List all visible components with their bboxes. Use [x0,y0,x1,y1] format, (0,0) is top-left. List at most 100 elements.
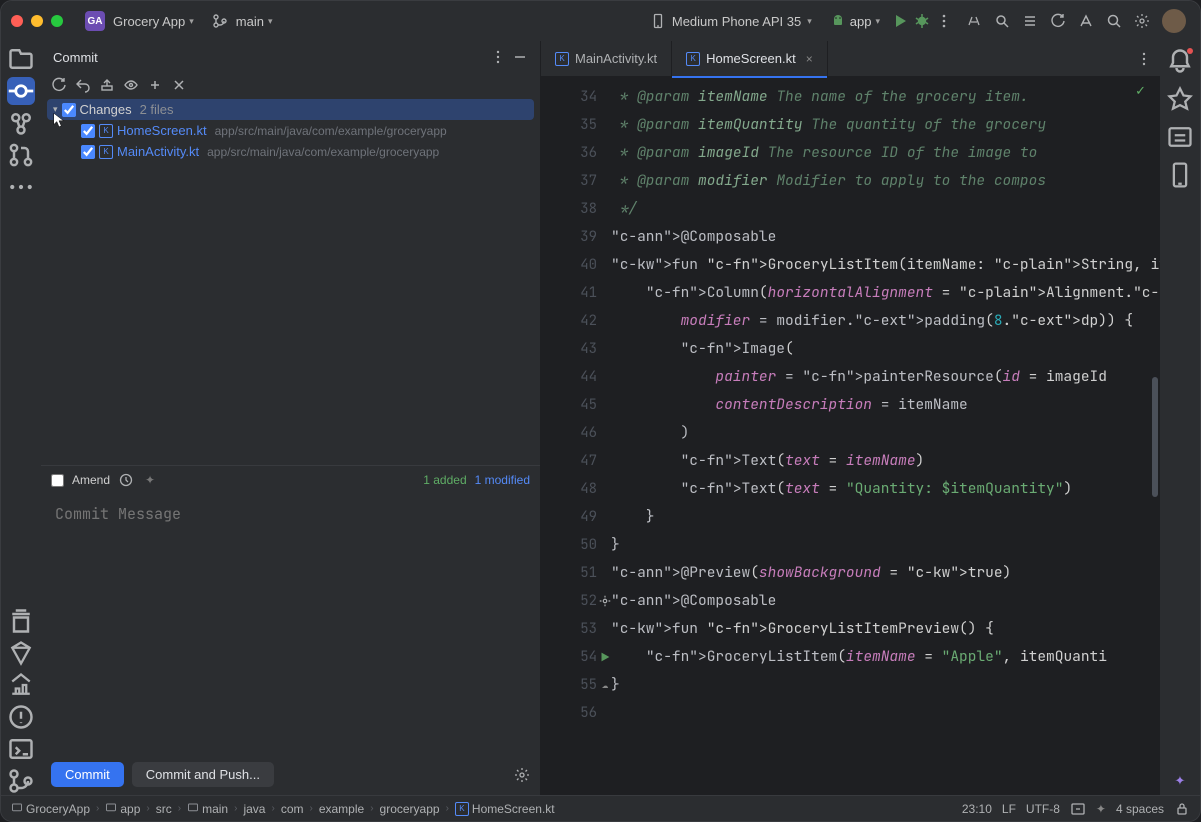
indent-setting[interactable]: 4 spaces [1116,802,1164,816]
breadcrumbs[interactable]: GroceryApp›app›src›main›java›com›example… [11,801,555,816]
cursor-position[interactable]: 23:10 [962,802,992,816]
editor-tab[interactable]: K HomeScreen.kt × [672,41,828,77]
changed-file-row[interactable]: K MainActivity.kt app/src/main/java/com/… [47,141,534,162]
run-config-selector[interactable]: app ▾ [824,9,886,33]
editor-tab[interactable]: K MainActivity.kt [541,41,672,77]
minimize-window-button[interactable] [31,15,43,27]
run-button[interactable] [892,13,908,29]
branch-selector[interactable]: main ▾ [206,9,279,33]
ai-icon[interactable]: ✦ [142,472,158,488]
code-line[interactable]: modifier = modifier."c-ext">padding(8."c… [611,307,1160,335]
commit-button[interactable]: Commit [51,762,124,787]
problems-tool-button[interactable] [7,703,35,731]
account-avatar[interactable] [1162,9,1186,33]
build-tool-button[interactable] [7,671,35,699]
search-icon[interactable] [994,13,1010,29]
code-line[interactable]: */ [611,195,1160,223]
breadcrumb-item[interactable]: src [156,802,172,816]
history-icon[interactable] [118,472,134,488]
gutter-cloud-icon[interactable]: ☁ [597,677,613,693]
line-separator[interactable]: LF [1002,802,1016,816]
hide-panel-icon[interactable] [512,49,528,65]
code-line[interactable]: } [611,503,1160,531]
panel-options-icon[interactable] [490,49,506,65]
commit-settings-icon[interactable] [514,767,530,783]
rollback-icon[interactable] [75,77,91,93]
lock-icon[interactable] [1174,801,1190,817]
gradle-button[interactable] [1166,123,1194,151]
changes-root-row[interactable]: ▾ Changes 2 files [47,99,534,120]
structure-tool-button[interactable] [7,109,35,137]
breadcrumb-item[interactable]: KHomeScreen.kt [455,802,555,816]
code-line[interactable]: } [611,531,1160,559]
breadcrumb-item[interactable]: app [105,801,140,816]
close-tab-icon[interactable]: × [806,52,813,66]
notifications-button[interactable] [1166,47,1194,75]
search-everywhere-icon[interactable] [1106,13,1122,29]
file-checkbox[interactable] [81,145,95,159]
code-line[interactable]: "c-fn">Column(horizontalAlignment = "c-p… [611,279,1160,307]
pull-requests-tool-button[interactable] [7,141,35,169]
vcs-tool-button[interactable] [7,767,35,795]
changelist-icon[interactable] [147,77,163,93]
breadcrumb-item[interactable]: com [281,802,304,816]
bookmarks-tool-button[interactable] [7,607,35,635]
code-line[interactable]: * @param modifier Modifier to apply to t… [611,167,1160,195]
maximize-window-button[interactable] [51,15,63,27]
file-checkbox[interactable] [81,124,95,138]
refresh-icon[interactable] [51,77,67,93]
ai-sparkle-button[interactable]: ✦ [1166,767,1194,795]
code-line[interactable]: "c-kw">fun "c-fn">GroceryListItem(itemNa… [611,251,1160,279]
code-line[interactable]: ) [611,419,1160,447]
ai-status-icon[interactable]: ✦ [1096,802,1106,816]
task-list-icon[interactable] [1022,13,1038,29]
code-line[interactable]: * @param itemName The name of the grocer… [611,83,1160,111]
inspection-ok-icon[interactable]: ✓ [1135,83,1146,99]
readonly-icon[interactable] [1070,801,1086,817]
changes-tree[interactable]: ▾ Changes 2 files K HomeScreen.kt app/sr… [41,97,540,465]
breadcrumb-item[interactable]: main [187,801,228,816]
tab-options-icon[interactable] [1136,51,1152,67]
project-tool-button[interactable] [7,45,35,73]
shelf-icon[interactable] [99,77,115,93]
code-line[interactable]: "c-fn">Image( [611,335,1160,363]
code-with-me-icon[interactable] [966,13,982,29]
device-manager-button[interactable] [1166,161,1194,189]
code-line[interactable]: "c-ann">@Preview(showBackground = "c-kw"… [611,559,1160,587]
commit-message-input[interactable] [55,504,526,744]
commit-tool-button[interactable] [7,77,35,105]
scrollbar-thumb[interactable] [1152,377,1158,497]
inspect-icon[interactable] [1078,13,1094,29]
breadcrumb-item[interactable]: example [319,802,364,816]
code-line[interactable]: "c-ann">@Composable [611,587,1160,615]
changed-file-row[interactable]: K HomeScreen.kt app/src/main/java/com/ex… [47,120,534,141]
close-window-button[interactable] [11,15,23,27]
code-line[interactable]: "c-ann">@Composable [611,223,1160,251]
editor-code-area[interactable]: * @param itemName The name of the grocer… [611,77,1160,795]
code-line[interactable]: * @param imageId The resource ID of the … [611,139,1160,167]
debug-button[interactable] [914,13,930,29]
ruby-tool-button[interactable] [7,639,35,667]
breadcrumb-item[interactable]: GroceryApp [11,801,90,816]
code-line[interactable]: * @param itemQuantity The quantity of th… [611,111,1160,139]
breadcrumb-item[interactable]: java [243,802,265,816]
code-line[interactable]: "c-kw">fun "c-fn">GroceryListItemPreview… [611,615,1160,643]
close-icon[interactable] [171,77,187,93]
code-line[interactable]: "c-fn">GroceryListItem(itemName = "Apple… [611,643,1160,671]
sync-icon[interactable] [1050,13,1066,29]
breadcrumb-item[interactable]: groceryapp [380,802,440,816]
code-line[interactable]: "c-fn">Text(text = itemName) [611,447,1160,475]
gutter-settings-icon[interactable] [597,593,613,609]
code-line[interactable]: "c-fn">Text(text = "Quantity: $itemQuant… [611,475,1160,503]
terminal-tool-button[interactable] [7,735,35,763]
more-actions-icon[interactable] [936,13,952,29]
device-selector[interactable]: Medium Phone API 35 ▾ [644,9,818,33]
diff-preview-icon[interactable] [123,77,139,93]
code-line[interactable]: contentDescription = itemName [611,391,1160,419]
code-line[interactable]: painter = "c-fn">painterResource(id = im… [611,363,1160,391]
file-encoding[interactable]: UTF-8 [1026,802,1060,816]
settings-icon[interactable] [1134,13,1150,29]
code-editor[interactable]: ✓ 34353637383940414243444546474849505152… [541,77,1160,795]
code-line[interactable]: } [611,671,1160,699]
ai-assistant-button[interactable] [1166,85,1194,113]
